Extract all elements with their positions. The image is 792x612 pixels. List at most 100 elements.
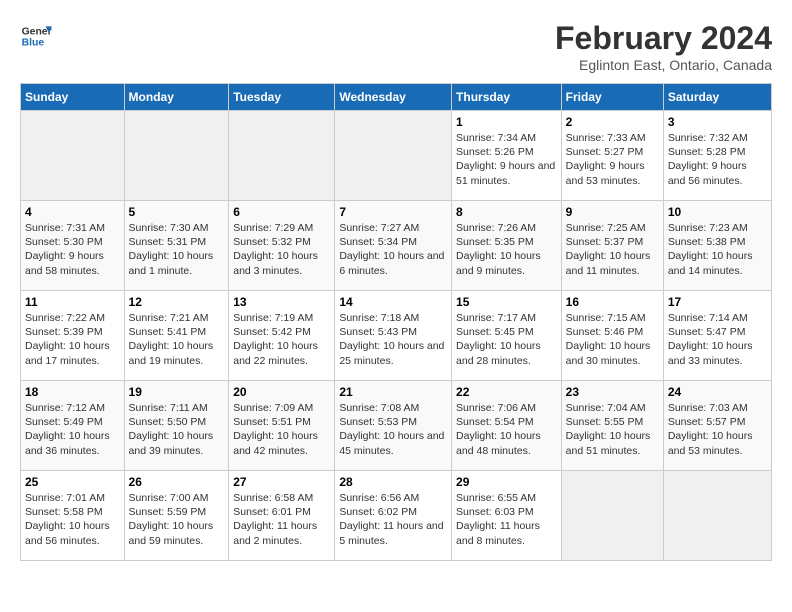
day-number: 7 — [339, 205, 447, 219]
calendar-cell — [663, 471, 771, 561]
day-number: 25 — [25, 475, 120, 489]
day-info: Sunrise: 7:26 AM Sunset: 5:35 PM Dayligh… — [456, 221, 557, 278]
calendar-cell: 29Sunrise: 6:55 AM Sunset: 6:03 PM Dayli… — [452, 471, 562, 561]
day-number: 27 — [233, 475, 330, 489]
calendar-cell: 12Sunrise: 7:21 AM Sunset: 5:41 PM Dayli… — [124, 291, 229, 381]
calendar-cell: 1 Sunrise: 7:34 AM Sunset: 5:26 PM Daylig… — [452, 111, 562, 201]
calendar-cell: 27 Sunrise: 6:58 AM Sunset: 6:01 PM Dayli… — [229, 471, 335, 561]
day-info: Sunrise: 7:12 AM Sunset: 5:49 PM Dayligh… — [25, 401, 120, 458]
title-area: February 2024 Eglinton East, Ontario, Ca… — [555, 20, 772, 73]
calendar-cell: 23 Sunrise: 7:04 AM Sunset: 5:55 PM Dayli… — [561, 381, 663, 471]
day-number: 1 — [456, 115, 557, 129]
day-info: Sunrise: 7:27 AM Sunset: 5:34 PM Dayligh… — [339, 221, 447, 278]
calendar-cell — [561, 471, 663, 561]
day-info: Sunrise: 7:01 AM Sunset: 5:58 PM Dayligh… — [25, 491, 120, 548]
day-number: 15 — [456, 295, 557, 309]
calendar-cell: 17Sunrise: 7:14 AM Sunset: 5:47 PM Dayli… — [663, 291, 771, 381]
day-number: 26 — [129, 475, 225, 489]
day-number: 4 — [25, 205, 120, 219]
calendar-cell: 21 Sunrise: 7:08 AM Sunset: 5:53 PM Dayli… — [335, 381, 452, 471]
day-info: Sunrise: 7:30 AM Sunset: 5:31 PM Dayligh… — [129, 221, 225, 278]
calendar-cell: 5 Sunrise: 7:30 AM Sunset: 5:31 PM Daylig… — [124, 201, 229, 291]
header: General Blue February 2024 Eglinton East… — [20, 20, 772, 73]
day-info: Sunrise: 7:22 AM Sunset: 5:39 PM Dayligh… — [25, 311, 120, 368]
day-info: Sunrise: 7:21 AM Sunset: 5:41 PM Dayligh… — [129, 311, 225, 368]
day-of-week-header: Friday — [561, 84, 663, 111]
day-number: 23 — [566, 385, 659, 399]
day-info: Sunrise: 6:58 AM Sunset: 6:01 PM Dayligh… — [233, 491, 330, 548]
day-number: 14 — [339, 295, 447, 309]
calendar-cell: 9 Sunrise: 7:25 AM Sunset: 5:37 PM Daylig… — [561, 201, 663, 291]
day-info: Sunrise: 7:03 AM Sunset: 5:57 PM Dayligh… — [668, 401, 767, 458]
calendar-cell: 14 Sunrise: 7:18 AM Sunset: 5:43 PM Dayli… — [335, 291, 452, 381]
day-info: Sunrise: 7:15 AM Sunset: 5:46 PM Dayligh… — [566, 311, 659, 368]
day-number: 21 — [339, 385, 447, 399]
calendar-cell — [335, 111, 452, 201]
calendar-cell: 26 Sunrise: 7:00 AM Sunset: 5:59 PM Dayli… — [124, 471, 229, 561]
day-number: 5 — [129, 205, 225, 219]
calendar-cell: 16 Sunrise: 7:15 AM Sunset: 5:46 PM Dayli… — [561, 291, 663, 381]
day-of-week-header: Thursday — [452, 84, 562, 111]
day-of-week-header: Monday — [124, 84, 229, 111]
day-info: Sunrise: 7:17 AM Sunset: 5:45 PM Dayligh… — [456, 311, 557, 368]
day-info: Sunrise: 7:29 AM Sunset: 5:32 PM Dayligh… — [233, 221, 330, 278]
day-number: 11 — [25, 295, 120, 309]
calendar-cell: 11 Sunrise: 7:22 AM Sunset: 5:39 PM Dayli… — [21, 291, 125, 381]
day-info: Sunrise: 7:25 AM Sunset: 5:37 PM Dayligh… — [566, 221, 659, 278]
calendar-cell: 4 Sunrise: 7:31 AM Sunset: 5:30 PM Daylig… — [21, 201, 125, 291]
day-number: 22 — [456, 385, 557, 399]
day-info: Sunrise: 7:18 AM Sunset: 5:43 PM Dayligh… — [339, 311, 447, 368]
day-info: Sunrise: 7:31 AM Sunset: 5:30 PM Dayligh… — [25, 221, 120, 278]
calendar-week-row: 4 Sunrise: 7:31 AM Sunset: 5:30 PM Daylig… — [21, 201, 772, 291]
day-info: Sunrise: 7:19 AM Sunset: 5:42 PM Dayligh… — [233, 311, 330, 368]
day-number: 10 — [668, 205, 767, 219]
calendar-cell: 19 Sunrise: 7:11 AM Sunset: 5:50 PM Dayli… — [124, 381, 229, 471]
subtitle: Eglinton East, Ontario, Canada — [555, 57, 772, 73]
day-info: Sunrise: 7:11 AM Sunset: 5:50 PM Dayligh… — [129, 401, 225, 458]
day-of-week-header: Tuesday — [229, 84, 335, 111]
calendar-cell: 24 Sunrise: 7:03 AM Sunset: 5:57 PM Dayli… — [663, 381, 771, 471]
calendar-cell: 22 Sunrise: 7:06 AM Sunset: 5:54 PM Dayli… — [452, 381, 562, 471]
day-number: 29 — [456, 475, 557, 489]
day-number: 28 — [339, 475, 447, 489]
calendar-cell: 3 Sunrise: 7:32 AM Sunset: 5:28 PM Daylig… — [663, 111, 771, 201]
calendar-cell: 2Sunrise: 7:33 AM Sunset: 5:27 PM Daylig… — [561, 111, 663, 201]
day-info: Sunrise: 7:00 AM Sunset: 5:59 PM Dayligh… — [129, 491, 225, 548]
calendar-cell: 18Sunrise: 7:12 AM Sunset: 5:49 PM Dayli… — [21, 381, 125, 471]
calendar-week-row: 25 Sunrise: 7:01 AM Sunset: 5:58 PM Dayli… — [21, 471, 772, 561]
calendar-cell: 15 Sunrise: 7:17 AM Sunset: 5:45 PM Dayli… — [452, 291, 562, 381]
day-info: Sunrise: 7:33 AM Sunset: 5:27 PM Dayligh… — [566, 131, 659, 188]
calendar-cell — [21, 111, 125, 201]
day-info: Sunrise: 7:08 AM Sunset: 5:53 PM Dayligh… — [339, 401, 447, 458]
calendar-cell: 6 Sunrise: 7:29 AM Sunset: 5:32 PM Daylig… — [229, 201, 335, 291]
day-number: 8 — [456, 205, 557, 219]
day-number: 16 — [566, 295, 659, 309]
calendar-week-row: 11 Sunrise: 7:22 AM Sunset: 5:39 PM Dayli… — [21, 291, 772, 381]
calendar-cell: 28 Sunrise: 6:56 AM Sunset: 6:02 PM Dayli… — [335, 471, 452, 561]
day-number: 9 — [566, 205, 659, 219]
calendar-cell: 13 Sunrise: 7:19 AM Sunset: 5:42 PM Dayli… — [229, 291, 335, 381]
main-title: February 2024 — [555, 20, 772, 57]
day-info: Sunrise: 7:09 AM Sunset: 5:51 PM Dayligh… — [233, 401, 330, 458]
day-info: Sunrise: 7:34 AM Sunset: 5:26 PM Dayligh… — [456, 131, 557, 188]
day-number: 19 — [129, 385, 225, 399]
day-info: Sunrise: 7:06 AM Sunset: 5:54 PM Dayligh… — [456, 401, 557, 458]
day-number: 3 — [668, 115, 767, 129]
calendar-cell — [124, 111, 229, 201]
day-info: Sunrise: 6:56 AM Sunset: 6:02 PM Dayligh… — [339, 491, 447, 548]
day-number: 20 — [233, 385, 330, 399]
calendar-week-row: 18Sunrise: 7:12 AM Sunset: 5:49 PM Dayli… — [21, 381, 772, 471]
header-row: SundayMondayTuesdayWednesdayThursdayFrid… — [21, 84, 772, 111]
day-number: 17 — [668, 295, 767, 309]
calendar-cell: 8 Sunrise: 7:26 AM Sunset: 5:35 PM Daylig… — [452, 201, 562, 291]
day-info: Sunrise: 7:04 AM Sunset: 5:55 PM Dayligh… — [566, 401, 659, 458]
day-number: 13 — [233, 295, 330, 309]
day-number: 6 — [233, 205, 330, 219]
day-info: Sunrise: 7:32 AM Sunset: 5:28 PM Dayligh… — [668, 131, 767, 188]
calendar-cell: 7 Sunrise: 7:27 AM Sunset: 5:34 PM Daylig… — [335, 201, 452, 291]
day-of-week-header: Wednesday — [335, 84, 452, 111]
svg-text:Blue: Blue — [22, 38, 45, 49]
day-of-week-header: Sunday — [21, 84, 125, 111]
day-number: 24 — [668, 385, 767, 399]
calendar-cell — [229, 111, 335, 201]
